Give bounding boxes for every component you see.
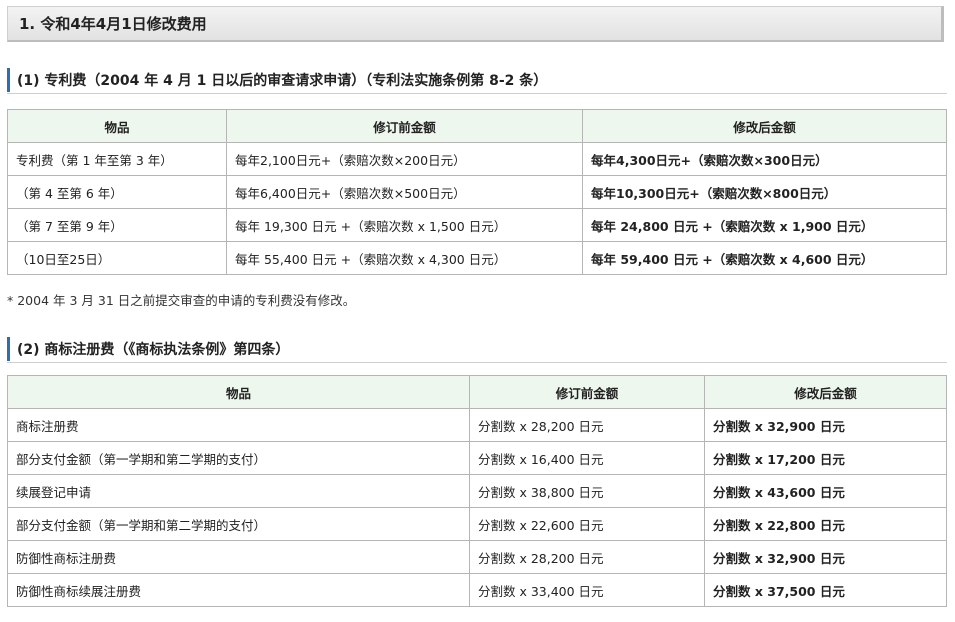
patent-fee-table: 物品 修订前金额 修改后金额 专利费（第 1 年至第 3 年） 每年2,100日… <box>7 109 947 275</box>
section-heading-text: (1) 专利费（2004 年 4 月 1 日以后的审查请求申请）（专利法实施条例… <box>17 73 548 89</box>
table-row: 商标注册费 分割数 x 28,200 日元 分割数 x 32,900 日元 <box>7 408 947 442</box>
before-amount-cell: 每年 19,300 日元 +（索赔次数 x 1,500 日元） <box>226 208 583 242</box>
column-header-before: 修订前金额 <box>226 109 583 143</box>
patent-fee-note: * 2004 年 3 月 31 日之前提交审查的申请的专利费没有修改。 <box>7 293 356 308</box>
page: 1. 令和4年4月1日修改费用 (1) 专利费（2004 年 4 月 1 日以后… <box>0 0 955 622</box>
after-amount-cell: 每年4,300日元+（索赔次数×300日元） <box>582 142 947 176</box>
before-amount-cell: 每年2,100日元+（索赔次数×200日元） <box>226 142 583 176</box>
after-amount-cell: 每年 59,400 日元 +（索赔次数 x 4,600 日元） <box>582 241 947 275</box>
table-header-row: 物品 修订前金额 修改后金额 <box>7 375 947 409</box>
before-amount-cell: 每年6,400日元+（索赔次数×500日元） <box>226 175 583 209</box>
before-amount-cell: 分割数 x 28,200 日元 <box>469 540 705 574</box>
table-row: 专利费（第 1 年至第 3 年） 每年2,100日元+（索赔次数×200日元） … <box>7 142 947 176</box>
item-cell: 商标注册费 <box>7 408 470 442</box>
after-amount-cell: 分割数 x 32,900 日元 <box>704 408 947 442</box>
before-amount-cell: 每年 55,400 日元 +（索赔次数 x 4,300 日元） <box>226 241 583 275</box>
section-heading-text: (2) 商标注册费（《商标执法条例》第四条） <box>17 342 290 358</box>
item-cell: 部分支付金额（第一学期和第二学期的支付） <box>7 507 470 541</box>
page-title: 1. 令和4年4月1日修改费用 <box>7 6 944 42</box>
before-amount-cell: 分割数 x 33,400 日元 <box>469 573 705 607</box>
table-row: 续展登记申请 分割数 x 38,800 日元 分割数 x 43,600 日元 <box>7 474 947 508</box>
table-row: 防御性商标注册费 分割数 x 28,200 日元 分割数 x 32,900 日元 <box>7 540 947 574</box>
table-row: （第 4 至第 6 年） 每年6,400日元+（索赔次数×500日元） 每年10… <box>7 175 947 209</box>
before-amount-cell: 分割数 x 38,800 日元 <box>469 474 705 508</box>
column-header-after: 修改后金额 <box>704 375 947 409</box>
after-amount-cell: 分割数 x 22,800 日元 <box>704 507 947 541</box>
section-heading-bar <box>7 337 10 361</box>
item-cell: （第 7 至第 9 年） <box>7 208 227 242</box>
before-amount-cell: 分割数 x 28,200 日元 <box>469 408 705 442</box>
before-amount-cell: 分割数 x 22,600 日元 <box>469 507 705 541</box>
section-heading-trademark-fee: (2) 商标注册费（《商标执法条例》第四条） <box>7 337 947 363</box>
after-amount-cell: 分割数 x 37,500 日元 <box>704 573 947 607</box>
column-header-item: 物品 <box>7 375 470 409</box>
after-amount-cell: 每年 24,800 日元 +（索赔次数 x 1,900 日元） <box>582 208 947 242</box>
section-heading-patent-fee: (1) 专利费（2004 年 4 月 1 日以后的审查请求申请）（专利法实施条例… <box>7 68 947 94</box>
item-cell: （第 4 至第 6 年） <box>7 175 227 209</box>
table-row: （10日至25日） 每年 55,400 日元 +（索赔次数 x 4,300 日元… <box>7 241 947 275</box>
item-cell: 续展登记申请 <box>7 474 470 508</box>
after-amount-cell: 分割数 x 43,600 日元 <box>704 474 947 508</box>
item-cell: 专利费（第 1 年至第 3 年） <box>7 142 227 176</box>
table-row: 防御性商标续展注册费 分割数 x 33,400 日元 分割数 x 37,500 … <box>7 573 947 607</box>
after-amount-cell: 分割数 x 32,900 日元 <box>704 540 947 574</box>
item-cell: 防御性商标注册费 <box>7 540 470 574</box>
table-row: 部分支付金额（第一学期和第二学期的支付） 分割数 x 16,400 日元 分割数… <box>7 441 947 475</box>
before-amount-cell: 分割数 x 16,400 日元 <box>469 441 705 475</box>
table-header-row: 物品 修订前金额 修改后金额 <box>7 109 947 143</box>
table-row: 部分支付金额（第一学期和第二学期的支付） 分割数 x 22,600 日元 分割数… <box>7 507 947 541</box>
item-cell: 部分支付金额（第一学期和第二学期的支付） <box>7 441 470 475</box>
after-amount-cell: 分割数 x 17,200 日元 <box>704 441 947 475</box>
section-heading-bar <box>7 68 10 92</box>
table-row: （第 7 至第 9 年） 每年 19,300 日元 +（索赔次数 x 1,500… <box>7 208 947 242</box>
column-header-after: 修改后金额 <box>582 109 947 143</box>
item-cell: 防御性商标续展注册费 <box>7 573 470 607</box>
after-amount-cell: 每年10,300日元+（索赔次数×800日元） <box>582 175 947 209</box>
column-header-item: 物品 <box>7 109 227 143</box>
item-cell: （10日至25日） <box>7 241 227 275</box>
trademark-fee-table: 物品 修订前金额 修改后金额 商标注册费 分割数 x 28,200 日元 分割数… <box>7 375 947 607</box>
column-header-before: 修订前金额 <box>469 375 705 409</box>
